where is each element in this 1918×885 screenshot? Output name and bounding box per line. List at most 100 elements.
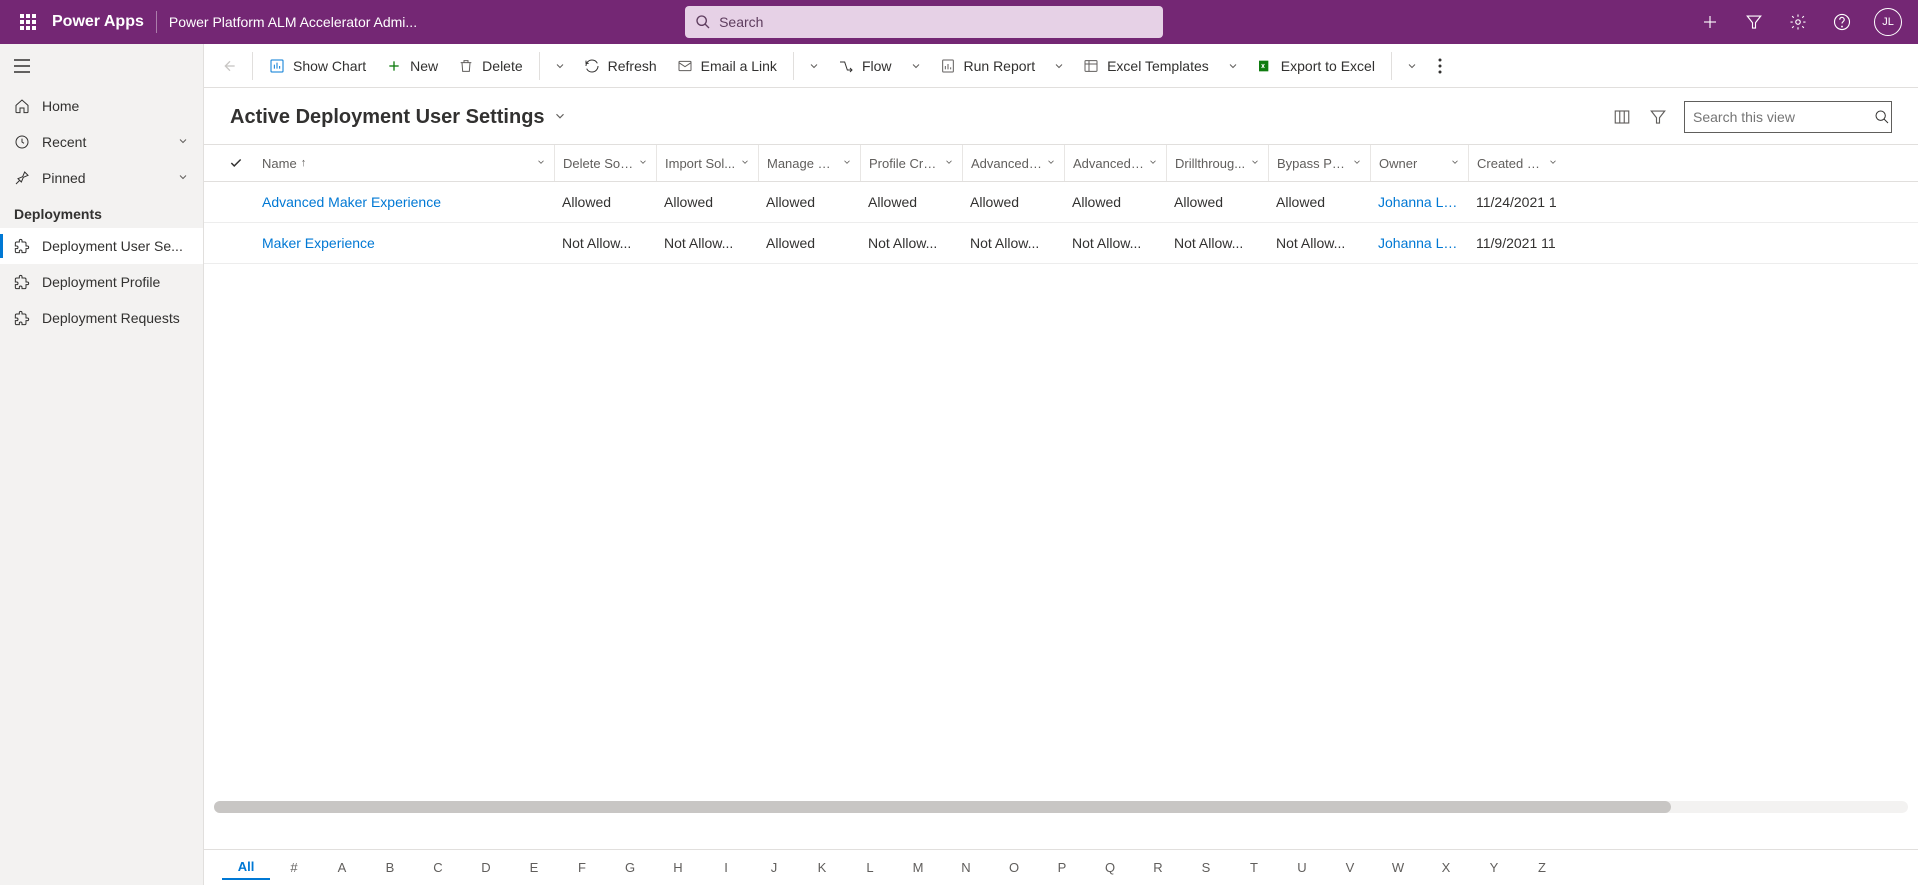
view-search[interactable] xyxy=(1684,101,1892,133)
command-label: New xyxy=(410,58,438,74)
main-area: Show Chart New Delete Refresh Email a Li… xyxy=(204,44,1918,885)
refresh-button[interactable]: Refresh xyxy=(574,44,667,88)
column-header-drillthrough[interactable]: Drillthroug... xyxy=(1166,145,1268,181)
alpha-item[interactable]: G xyxy=(606,856,654,879)
sidebar-item-pinned[interactable]: Pinned xyxy=(0,160,203,196)
cell: Not Allow... xyxy=(962,235,1064,251)
delete-button[interactable]: Delete xyxy=(448,44,532,88)
export-excel-dropdown[interactable] xyxy=(1398,44,1426,88)
excel-templates-button[interactable]: Excel Templates xyxy=(1073,44,1219,88)
app-context[interactable]: Power Platform ALM Accelerator Admi... xyxy=(169,14,417,30)
alpha-item[interactable]: F xyxy=(558,856,606,879)
cell: Allowed xyxy=(656,194,758,210)
email-link-button[interactable]: Email a Link xyxy=(667,44,787,88)
excel-templates-dropdown[interactable] xyxy=(1219,44,1247,88)
user-avatar[interactable]: JL xyxy=(1874,8,1902,36)
alpha-item[interactable]: R xyxy=(1134,856,1182,879)
sidebar-item-home[interactable]: Home xyxy=(0,88,203,124)
owner-link[interactable]: Johanna Loren xyxy=(1370,235,1468,251)
record-link[interactable]: Maker Experience xyxy=(254,235,554,251)
alpha-item[interactable]: U xyxy=(1278,856,1326,879)
alpha-item[interactable]: W xyxy=(1374,856,1422,879)
alpha-item[interactable]: V xyxy=(1326,856,1374,879)
edit-columns-button[interactable] xyxy=(1604,99,1640,135)
alpha-item[interactable]: D xyxy=(462,856,510,879)
select-all-checkbox[interactable] xyxy=(218,145,254,181)
app-name[interactable]: Power Apps xyxy=(48,13,152,31)
column-header-advanced-2[interactable]: Advanced ... xyxy=(1064,145,1166,181)
sidebar-item-recent[interactable]: Recent xyxy=(0,124,203,160)
cell: Allowed xyxy=(860,194,962,210)
chevron-down-icon xyxy=(177,134,189,150)
alpha-item[interactable]: L xyxy=(846,856,894,879)
view-selector[interactable]: Active Deployment User Settings xyxy=(230,106,567,129)
command-label: Export to Excel xyxy=(1281,58,1375,74)
view-search-input[interactable] xyxy=(1693,109,1874,125)
column-header-bypass-prepare[interactable]: Bypass Pre... xyxy=(1268,145,1370,181)
column-header-name[interactable]: Name ↑ xyxy=(254,145,554,181)
flow-dropdown[interactable] xyxy=(902,44,930,88)
help-icon[interactable] xyxy=(1822,0,1862,44)
scrollbar-thumb[interactable] xyxy=(214,801,1671,813)
alpha-item[interactable]: N xyxy=(942,856,990,879)
pin-icon xyxy=(14,170,42,186)
alpha-item[interactable]: I xyxy=(702,856,750,879)
waffle-icon[interactable] xyxy=(8,0,48,44)
table-row[interactable]: Maker Experience Not Allow... Not Allow.… xyxy=(204,223,1918,264)
column-header-advanced-1[interactable]: Advanced ... xyxy=(962,145,1064,181)
record-link[interactable]: Advanced Maker Experience xyxy=(254,194,554,210)
add-button[interactable] xyxy=(1690,0,1730,44)
column-header-owner[interactable]: Owner xyxy=(1370,145,1468,181)
filter-icon[interactable] xyxy=(1734,0,1774,44)
column-header-profile-creation[interactable]: Profile Crea... xyxy=(860,145,962,181)
alpha-item[interactable]: Z xyxy=(1518,856,1566,879)
alpha-item[interactable]: H xyxy=(654,856,702,879)
puzzle-icon xyxy=(14,274,42,290)
alpha-item[interactable]: S xyxy=(1182,856,1230,879)
show-chart-button[interactable]: Show Chart xyxy=(259,44,376,88)
sidebar-item-deployment-user-settings[interactable]: Deployment User Se... xyxy=(0,228,203,264)
column-header-manage-solution[interactable]: Manage So... xyxy=(758,145,860,181)
run-report-dropdown[interactable] xyxy=(1045,44,1073,88)
new-button[interactable]: New xyxy=(376,44,448,88)
delete-dropdown[interactable] xyxy=(546,44,574,88)
hamburger-button[interactable] xyxy=(0,44,203,88)
export-excel-button[interactable]: Export to Excel xyxy=(1247,44,1385,88)
column-header-delete-solution[interactable]: Delete Solu... xyxy=(554,145,656,181)
cell: 11/9/2021 11 xyxy=(1468,235,1566,251)
alpha-item[interactable]: P xyxy=(1038,856,1086,879)
flow-button[interactable]: Flow xyxy=(828,44,902,88)
global-search[interactable] xyxy=(685,6,1163,38)
command-label: Delete xyxy=(482,58,522,74)
owner-link[interactable]: Johanna Loren xyxy=(1370,194,1468,210)
alpha-item[interactable]: A xyxy=(318,856,366,879)
horizontal-scrollbar[interactable] xyxy=(214,801,1908,813)
alpha-item[interactable]: Y xyxy=(1470,856,1518,879)
filter-button[interactable] xyxy=(1640,99,1676,135)
sidebar-item-deployment-requests[interactable]: Deployment Requests xyxy=(0,300,203,336)
more-commands-button[interactable] xyxy=(1426,44,1454,88)
alpha-item[interactable]: C xyxy=(414,856,462,879)
cell: Allowed xyxy=(554,194,656,210)
alpha-item[interactable]: Q xyxy=(1086,856,1134,879)
sidebar-item-deployment-profile[interactable]: Deployment Profile xyxy=(0,264,203,300)
alpha-item[interactable]: All xyxy=(222,855,270,880)
alpha-item[interactable]: J xyxy=(750,856,798,879)
alpha-item[interactable]: M xyxy=(894,856,942,879)
alpha-item[interactable]: O xyxy=(990,856,1038,879)
alpha-item[interactable]: T xyxy=(1230,856,1278,879)
excel-icon xyxy=(1257,58,1273,74)
chart-icon xyxy=(269,58,285,74)
table-row[interactable]: Advanced Maker Experience Allowed Allowe… xyxy=(204,182,1918,223)
global-search-input[interactable] xyxy=(719,14,1153,30)
alpha-item[interactable]: E xyxy=(510,856,558,879)
column-header-import-solution[interactable]: Import Sol... xyxy=(656,145,758,181)
alpha-item[interactable]: K xyxy=(798,856,846,879)
settings-icon[interactable] xyxy=(1778,0,1818,44)
email-link-dropdown[interactable] xyxy=(800,44,828,88)
column-header-created-on[interactable]: Created On xyxy=(1468,145,1566,181)
run-report-button[interactable]: Run Report xyxy=(930,44,1046,88)
alpha-item[interactable]: # xyxy=(270,856,318,879)
alpha-item[interactable]: B xyxy=(366,856,414,879)
alpha-item[interactable]: X xyxy=(1422,856,1470,879)
